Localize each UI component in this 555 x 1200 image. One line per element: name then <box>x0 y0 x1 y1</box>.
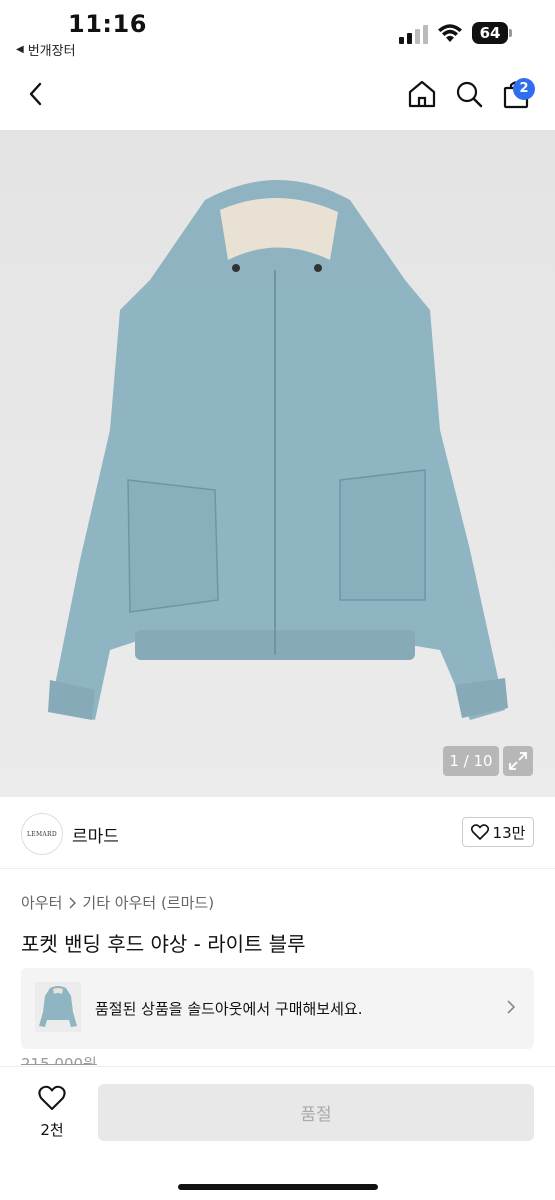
home-button[interactable] <box>404 76 440 112</box>
top-nav <box>0 62 555 130</box>
shop-likes-count: 13만 <box>492 823 526 842</box>
wifi-icon <box>438 24 462 42</box>
product-price: 215,000원 <box>21 1055 97 1065</box>
breadcrumb: 아우터 기타 아우터 (르마드) <box>21 892 214 913</box>
soldout-thumbnail <box>35 982 81 1032</box>
image-counter: 1 / 10 <box>443 746 499 776</box>
soldout-message: 품절된 상품을 솔드아웃에서 구매해보세요. <box>95 1000 363 1018</box>
back-app-label: 번개장터 <box>27 44 76 59</box>
back-to-app-link[interactable]: ◀ 번개장터 <box>16 40 76 59</box>
chevron-right-icon <box>507 1000 516 1014</box>
fullscreen-button[interactable] <box>503 746 533 776</box>
back-triangle-icon: ◀ <box>16 44 24 55</box>
shop-follow-button[interactable]: 13만 <box>462 817 534 847</box>
cart-count-badge: 2 <box>513 78 535 100</box>
back-button[interactable] <box>18 76 54 112</box>
status-bar: 11:16 ◀ 번개장터 64 <box>0 0 555 62</box>
buy-button[interactable]: 품절 <box>98 1084 534 1141</box>
cellular-signal-icon <box>399 25 428 44</box>
home-icon <box>408 80 436 108</box>
product-title: 포켓 밴딩 후드 야상 - 라이트 블루 <box>21 932 306 956</box>
shop-name[interactable]: 르마드 <box>72 822 119 847</box>
shop-logo: LEMARD <box>21 813 63 855</box>
home-indicator <box>178 1184 378 1190</box>
heart-outline-icon <box>38 1085 66 1110</box>
search-button[interactable] <box>451 76 487 112</box>
clock: 11:16 <box>68 10 147 38</box>
search-icon <box>456 81 483 108</box>
product-photo-jacket <box>48 180 508 720</box>
battery-level: 64 <box>472 22 508 44</box>
shop-row[interactable]: LEMARD 르마드 13만 <box>0 797 555 869</box>
wishlist-count: 2천 <box>40 1121 64 1139</box>
expand-icon <box>509 752 527 770</box>
chevron-left-icon <box>29 82 42 106</box>
wishlist-button[interactable]: 2천 <box>26 1085 78 1140</box>
bottom-action-bar: 2천 품절 <box>0 1066 555 1200</box>
heart-outline-icon <box>470 824 489 840</box>
breadcrumb-item[interactable]: 기타 아우터 (르마드) <box>82 892 214 913</box>
battery-indicator: 64 <box>472 22 512 44</box>
breadcrumb-item[interactable]: 아우터 <box>21 892 62 913</box>
battery-nub <box>509 29 512 37</box>
chevron-right-icon <box>69 897 77 908</box>
product-image-gallery[interactable] <box>0 130 555 797</box>
soldout-banner[interactable]: 품절된 상품을 솔드아웃에서 구매해보세요. <box>21 968 534 1049</box>
